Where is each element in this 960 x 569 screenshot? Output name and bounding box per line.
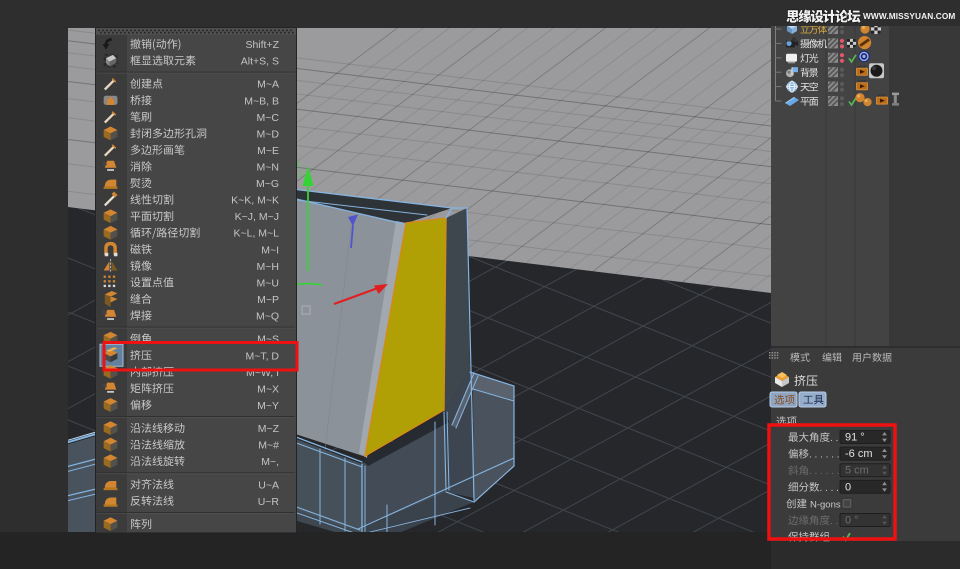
svg-text:M~X: M~X	[257, 383, 279, 395]
svg-text:M~A: M~A	[257, 79, 279, 91]
svg-text:WWW.MISSYUAN.COM: WWW.MISSYUAN.COM	[863, 11, 955, 21]
svg-text:U~A: U~A	[258, 479, 279, 491]
svg-text:M~T, D: M~T, D	[245, 350, 279, 362]
svg-text:M~H: M~H	[257, 261, 279, 273]
svg-text:M~Q: M~Q	[256, 311, 279, 323]
svg-text:M~E: M~E	[257, 145, 279, 157]
svg-text:0 °: 0 °	[845, 515, 859, 527]
svg-text:M~U: M~U	[257, 277, 279, 289]
svg-text:M~#: M~#	[258, 440, 279, 452]
svg-text:M~I: M~I	[261, 244, 279, 256]
svg-text:M~D: M~D	[257, 128, 280, 140]
svg-text:M~Z: M~Z	[258, 423, 280, 435]
svg-text:0: 0	[845, 481, 851, 493]
svg-text:5 cm: 5 cm	[845, 465, 869, 477]
svg-text:K~K, M~K: K~K, M~K	[231, 195, 279, 207]
svg-text:M~P: M~P	[257, 294, 279, 306]
svg-text:M~G: M~G	[256, 178, 279, 190]
svg-text:M~,: M~,	[261, 456, 279, 468]
svg-text:M~Y: M~Y	[257, 400, 279, 412]
svg-text:K~L, M~L: K~L, M~L	[233, 228, 279, 240]
svg-text:M~C: M~C	[257, 112, 280, 124]
svg-text:U~R: U~R	[258, 496, 280, 508]
svg-text:M~N: M~N	[257, 162, 279, 174]
svg-text:91 °: 91 °	[845, 432, 865, 444]
svg-text:Shift+Z: Shift+Z	[245, 39, 279, 51]
svg-text:N-gons: N-gons	[810, 499, 841, 510]
svg-text:-6 cm: -6 cm	[845, 448, 873, 460]
svg-text:M~B, B: M~B, B	[244, 95, 279, 107]
svg-text:K~J, M~J: K~J, M~J	[235, 211, 279, 223]
svg-text:Alt+S, S: Alt+S, S	[241, 56, 279, 68]
